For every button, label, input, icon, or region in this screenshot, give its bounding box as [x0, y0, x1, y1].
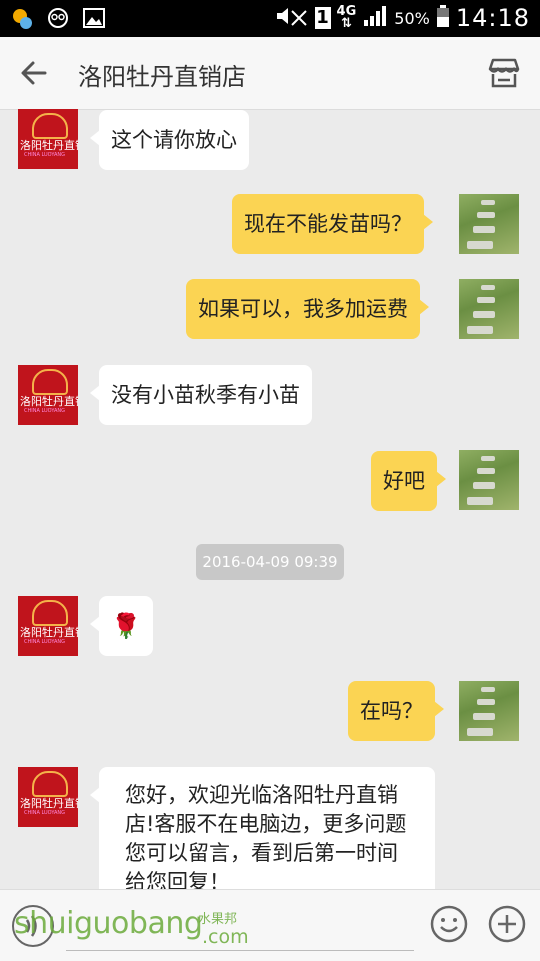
page-title: 洛阳牡丹直销店 — [78, 63, 246, 91]
battery-percent: 50% — [394, 8, 430, 28]
message-input[interactable] — [66, 950, 414, 951]
input-bar: shuiguobang 水果邦 .com — [0, 889, 540, 961]
battery-icon — [436, 4, 450, 32]
message-bubble-incoming[interactable]: 🌹 — [90, 596, 153, 656]
logo-emblem — [32, 113, 68, 139]
shop-avatar[interactable]: 洛阳牡丹直销店 CHINA LUOYANG — [18, 596, 78, 656]
app-bar: 洛阳牡丹直销店 — [0, 37, 540, 110]
plus-icon[interactable] — [488, 905, 526, 943]
mute-icon — [275, 4, 309, 32]
user-avatar[interactable] — [459, 194, 519, 254]
watermark-text: shuiguobang — [14, 906, 203, 941]
message-bubble-outgoing[interactable]: 好吧 — [371, 451, 446, 511]
shop-logo-text: 洛阳牡丹直销店 — [20, 626, 78, 639]
message-bubble-incoming[interactable]: 您好，欢迎光临洛阳牡丹直销店!客服不在电脑边，更多问题您可以留言，看到后第一时间… — [90, 767, 435, 889]
chat-area[interactable]: 洛阳牡丹直销店 CHINA LUOYANG 这个请你放心 现在不能发苗吗？ 如果… — [0, 109, 540, 889]
message-bubble-incoming[interactable]: 没有小苗秋季有小苗 — [90, 365, 312, 425]
network-type: 4G — [336, 4, 357, 19]
clock: 14:18 — [455, 4, 530, 32]
shop-logo-text: 洛阳牡丹直销店 — [20, 395, 78, 408]
back-arrow-icon[interactable] — [18, 57, 50, 89]
network-indicator: 4G ⇅ — [336, 4, 357, 31]
message-bubble-incoming[interactable]: 这个请你放心 — [90, 110, 249, 170]
weather-icon — [10, 6, 34, 34]
user-avatar[interactable] — [459, 279, 519, 339]
user-avatar[interactable] — [459, 681, 519, 741]
shop-avatar[interactable]: 洛阳牡丹直销店 CHINA LUOYANG — [18, 365, 78, 425]
timestamp-divider: 2016-04-09 09:39 — [196, 544, 344, 580]
sim-slot-icon: 1 — [314, 7, 331, 29]
shop-logo-en: CHINA LUOYANG — [24, 639, 66, 645]
watermark-chinese: 水果邦 — [198, 912, 238, 927]
message-bubble-outgoing[interactable]: 在吗？ — [348, 681, 444, 741]
user-avatar[interactable] — [459, 450, 519, 510]
shop-logo-en: CHINA LUOYANG — [24, 810, 66, 816]
shop-avatar[interactable]: 洛阳牡丹直销店 CHINA LUOYANG — [18, 109, 78, 169]
emoji-icon[interactable] — [430, 905, 468, 943]
signal-icon — [362, 4, 388, 32]
status-icons-right: 1 4G ⇅ 50% 14:18 — [275, 4, 530, 32]
store-icon[interactable] — [486, 55, 522, 91]
status-bar: 1 4G ⇅ 50% 14:18 — [0, 0, 540, 37]
logo-emblem — [32, 600, 68, 626]
status-icons-left — [10, 6, 106, 34]
logo-emblem — [32, 369, 68, 395]
shop-logo-en: CHINA LUOYANG — [24, 408, 66, 414]
shop-avatar[interactable]: 洛阳牡丹直销店 CHINA LUOYANG — [18, 767, 78, 827]
message-bubble-outgoing[interactable]: 现在不能发苗吗？ — [232, 194, 433, 254]
shop-logo-text: 洛阳牡丹直销店 — [20, 139, 78, 152]
glasses-icon — [46, 6, 70, 34]
watermark-domain: .com — [202, 926, 249, 948]
message-bubble-outgoing[interactable]: 如果可以，我多加运费 — [186, 279, 429, 339]
logo-emblem — [32, 771, 68, 797]
image-icon — [82, 6, 106, 34]
shop-logo-text: 洛阳牡丹直销店 — [20, 797, 78, 810]
shop-logo-en: CHINA LUOYANG — [24, 152, 66, 158]
